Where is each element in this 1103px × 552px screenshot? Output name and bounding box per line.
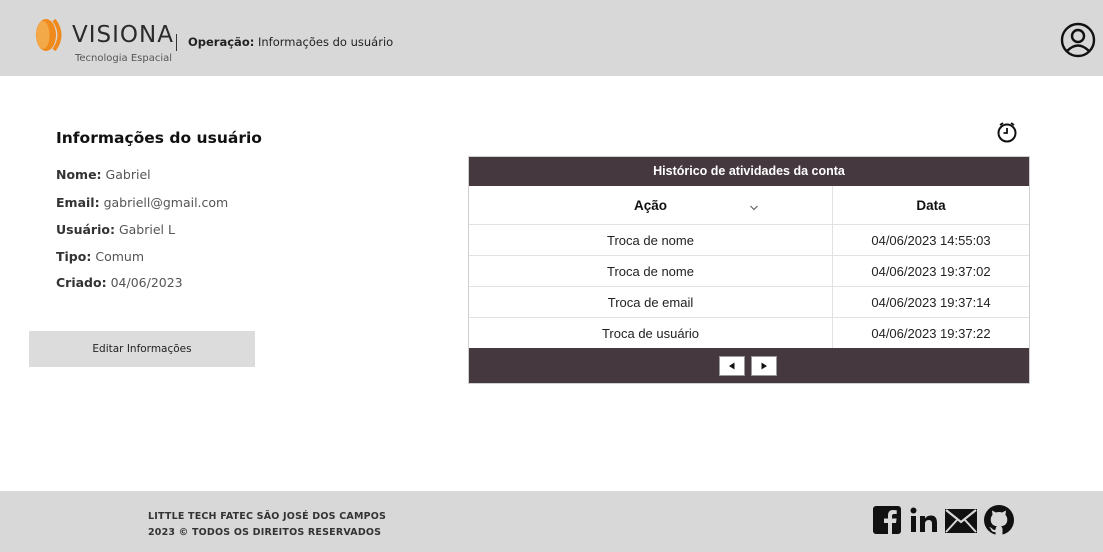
field-label: Criado: <box>56 275 107 290</box>
github-icon[interactable] <box>983 504 1015 540</box>
chevron-down-icon[interactable] <box>749 200 759 215</box>
field-value: gabriell@gmail.com <box>103 195 229 210</box>
user-info-title: Informações do usuário <box>56 129 262 147</box>
activity-grid: Ação Data Troca de nome 04/06/2023 14:55… <box>469 186 1029 348</box>
next-page-button[interactable] <box>751 356 777 376</box>
operation-value: Informações do usuário <box>257 35 394 49</box>
cell-data: 04/06/2023 19:37:02 <box>832 255 1029 287</box>
footer-copyright: 2023 © TODOS OS DIREITOS RESERVADOS <box>148 527 382 538</box>
activity-table: Histórico de atividades da conta Ação Da… <box>468 156 1030 384</box>
linkedin-icon[interactable] <box>909 505 939 539</box>
field-usuario: Usuário: Gabriel L <box>56 222 175 237</box>
field-label: Usuário: <box>56 222 115 237</box>
top-header: VISIONA Tecnologia Espacial Operação: In… <box>0 0 1103 76</box>
user-account-icon[interactable] <box>1056 22 1100 62</box>
column-header-label: Ação <box>633 197 667 213</box>
cell-data: 04/06/2023 19:37:14 <box>832 286 1029 318</box>
cell-acao: Troca de nome <box>469 255 833 287</box>
table-row: Troca de nome 04/06/2023 19:37:02 <box>469 255 1029 287</box>
activity-table-caption: Histórico de atividades da conta <box>469 157 1029 186</box>
field-email: Email: gabriell@gmail.com <box>56 195 228 210</box>
table-row: Troca de usuário 04/06/2023 19:37:22 <box>469 317 1029 348</box>
cell-acao: Troca de nome <box>469 224 833 256</box>
field-value: 04/06/2023 <box>110 275 183 290</box>
table-header-row: Ação Data <box>469 186 1029 225</box>
operation-breadcrumb: Operação: Informações do usuário <box>188 35 393 49</box>
cell-data: 04/06/2023 19:37:22 <box>832 317 1029 348</box>
field-label: Tipo: <box>56 249 92 264</box>
cell-acao: Troca de email <box>469 286 833 318</box>
field-criado: Criado: 04/06/2023 <box>56 275 183 290</box>
triangle-right-icon <box>752 362 776 370</box>
footer-org: LITTLE TECH FATEC SÃO JOSÉ DOS CAMPOS <box>148 511 387 522</box>
page-footer: LITTLE TECH FATEC SÃO JOSÉ DOS CAMPOS 20… <box>0 491 1103 552</box>
column-header-label: Data <box>916 197 946 213</box>
visiona-logo-icon[interactable] <box>32 17 68 57</box>
email-icon[interactable] <box>944 508 978 538</box>
field-label: Email: <box>56 195 100 210</box>
field-tipo: Tipo: Comum <box>56 249 144 264</box>
edit-info-button[interactable]: Editar Informações <box>29 331 255 367</box>
triangle-left-icon <box>720 362 744 370</box>
cell-data: 04/06/2023 14:55:03 <box>832 224 1029 256</box>
table-row: Troca de email 04/06/2023 19:37:14 <box>469 286 1029 318</box>
column-header-acao[interactable]: Ação <box>469 186 833 225</box>
facebook-icon[interactable] <box>873 506 901 538</box>
clock-icon[interactable] <box>996 121 1018 147</box>
field-value: Comum <box>95 249 144 264</box>
column-header-data[interactable]: Data <box>832 186 1029 225</box>
cell-acao: Troca de usuário <box>469 317 833 348</box>
header-separator <box>176 34 177 51</box>
table-pagination <box>469 348 1029 383</box>
field-value: Gabriel <box>105 167 151 182</box>
field-label: Nome: <box>56 167 102 182</box>
field-value: Gabriel L <box>118 222 175 237</box>
operation-label: Operação: <box>188 35 255 49</box>
brand-subtitle: Tecnologia Espacial <box>75 53 173 64</box>
field-nome: Nome: Gabriel <box>56 167 151 182</box>
brand-name: VISIONA <box>72 22 174 48</box>
prev-page-button[interactable] <box>719 356 745 376</box>
table-row: Troca de nome 04/06/2023 14:55:03 <box>469 224 1029 256</box>
